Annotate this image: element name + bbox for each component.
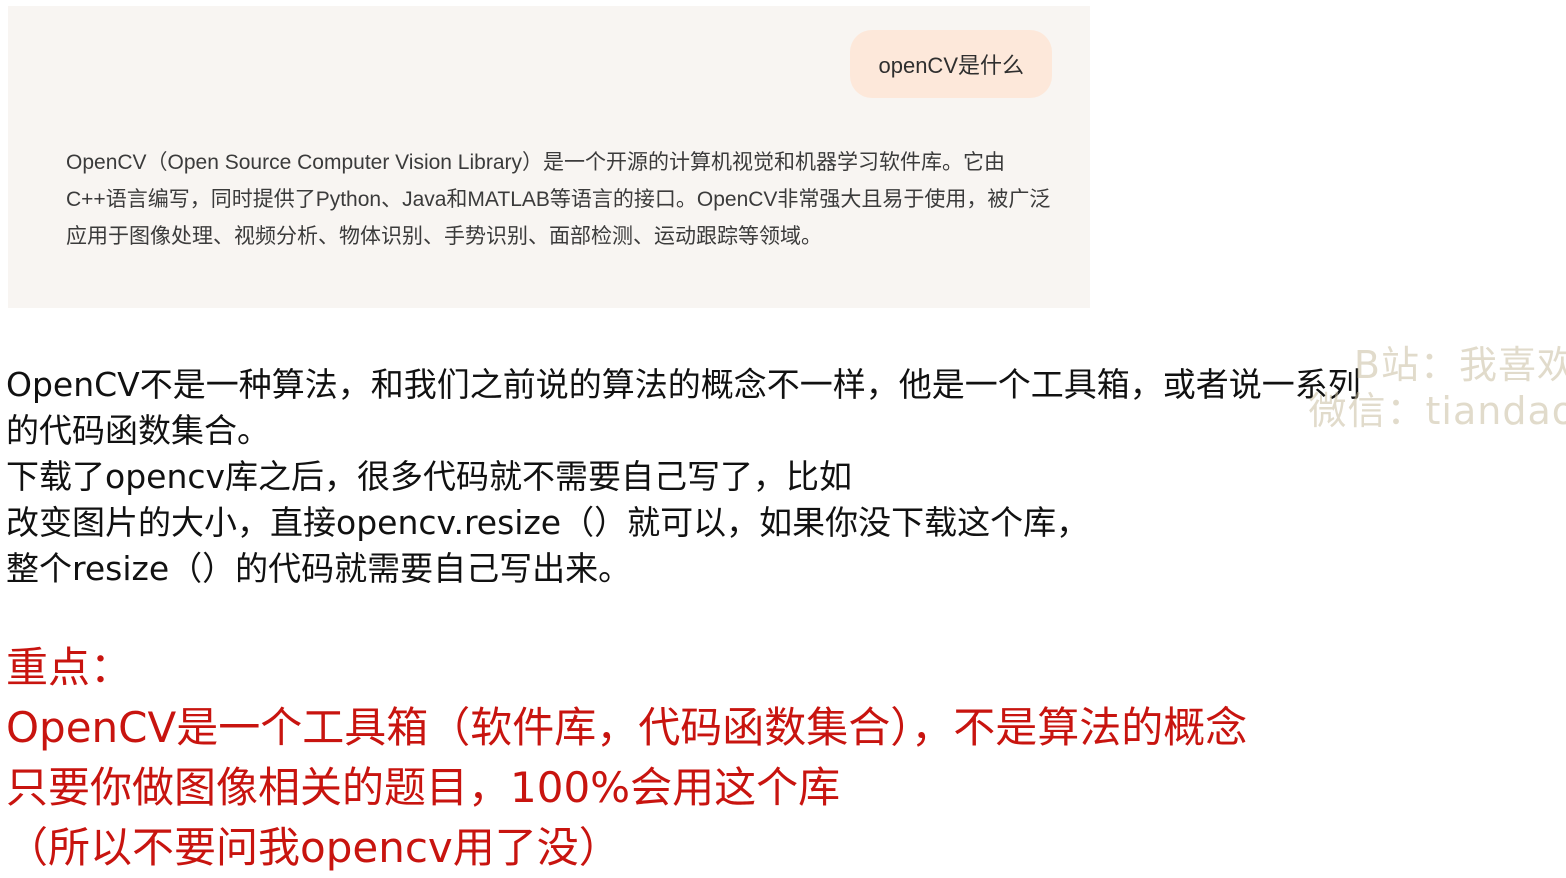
chat-panel: openCV是什么 OpenCV（Open Source Computer Vi… (8, 6, 1090, 308)
key-point-line: OpenCV是一个工具箱（软件库，代码函数集合），不是算法的概念 (6, 703, 1248, 752)
key-point-line: 只要你做图像相关的题目，100%会用这个库 (6, 763, 841, 812)
notes-line: 整个resize（）的代码就需要自己写出来。 (6, 549, 632, 588)
user-message-bubble: openCV是什么 (850, 30, 1052, 98)
notes-line: 下载了opencv库之后，很多代码就不需要自己写了，比如 (6, 457, 853, 496)
key-points-heading: 重点： (6, 643, 133, 692)
notes-line: 改变图片的大小，直接opencv.resize（）就可以，如果你没下载这个库， (6, 503, 1090, 542)
key-point-line: （所以不要问我opencv用了没） (6, 823, 621, 872)
key-points-section: 重点： OpenCV是一个工具箱（软件库，代码函数集合），不是算法的概念 只要你… (6, 638, 1546, 878)
assistant-answer: OpenCV（Open Source Computer Vision Libra… (66, 151, 1051, 248)
notes-line: OpenCV不是一种算法，和我们之前说的算法的概念不一样，他是一个工具箱，或者说… (6, 365, 1361, 404)
notes-line: 的代码函数集合。 (6, 411, 270, 450)
notes-section: OpenCV不是一种算法，和我们之前说的算法的概念不一样，他是一个工具箱，或者说… (6, 362, 1536, 592)
